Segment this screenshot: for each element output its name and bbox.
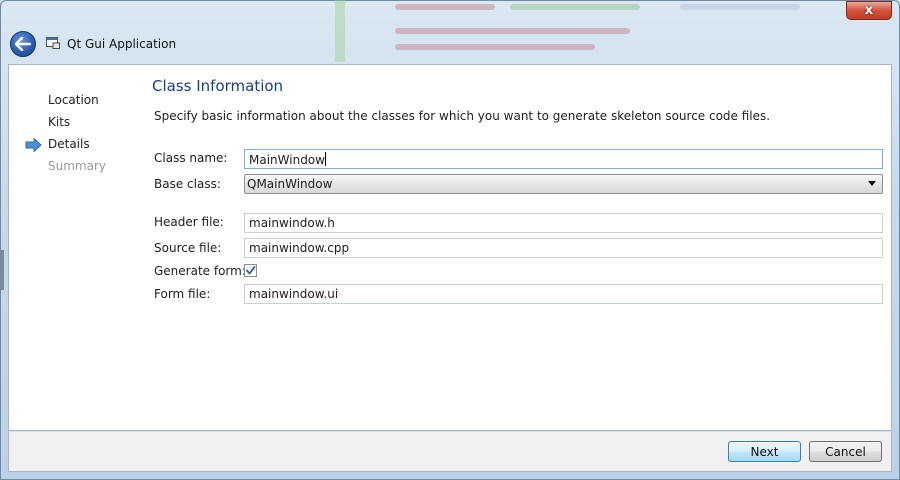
source-file-input[interactable]: mainwindow.cpp <box>244 238 883 258</box>
source-file-label: Source file: <box>154 241 222 255</box>
form-file-input[interactable]: mainwindow.ui <box>244 284 883 304</box>
window-title: Qt Gui Application <box>67 37 177 51</box>
generate-form-label: Generate form: <box>154 264 246 278</box>
base-class-value: QMainWindow <box>247 177 333 191</box>
header-file-label: Header file: <box>154 215 224 229</box>
page-description: Specify basic information about the clas… <box>154 109 771 123</box>
back-button[interactable] <box>10 31 36 57</box>
nav-step-summary: Summary <box>48 159 106 173</box>
cancel-button[interactable]: Cancel <box>809 441 882 462</box>
class-name-label: Class name: <box>154 151 228 165</box>
current-step-arrow-icon <box>25 138 42 152</box>
window-edge <box>0 250 4 290</box>
class-name-input[interactable]: MainWindow <box>244 149 883 169</box>
close-icon: x <box>864 3 874 18</box>
app-window-icon <box>46 37 60 49</box>
nav-step-details: Details <box>48 137 90 151</box>
class-name-value: MainWindow <box>249 153 325 167</box>
nav-step-kits: Kits <box>48 115 71 129</box>
base-class-dropdown[interactable]: QMainWindow <box>244 174 883 194</box>
text-caret <box>324 152 326 166</box>
header-file-input[interactable]: mainwindow.h <box>244 213 883 233</box>
back-arrow-icon <box>15 37 31 51</box>
form-file-label: Form file: <box>154 287 211 301</box>
base-class-label: Base class: <box>154 177 221 191</box>
page-title: Class Information <box>152 77 284 95</box>
chevron-down-icon <box>868 181 876 186</box>
nav-step-location: Location <box>48 93 99 107</box>
background-code-blur <box>300 0 860 60</box>
generate-form-checkbox[interactable] <box>244 264 257 277</box>
checkmark-icon <box>246 266 256 275</box>
next-button[interactable]: Next <box>728 441 801 462</box>
close-button[interactable]: x <box>846 1 892 20</box>
